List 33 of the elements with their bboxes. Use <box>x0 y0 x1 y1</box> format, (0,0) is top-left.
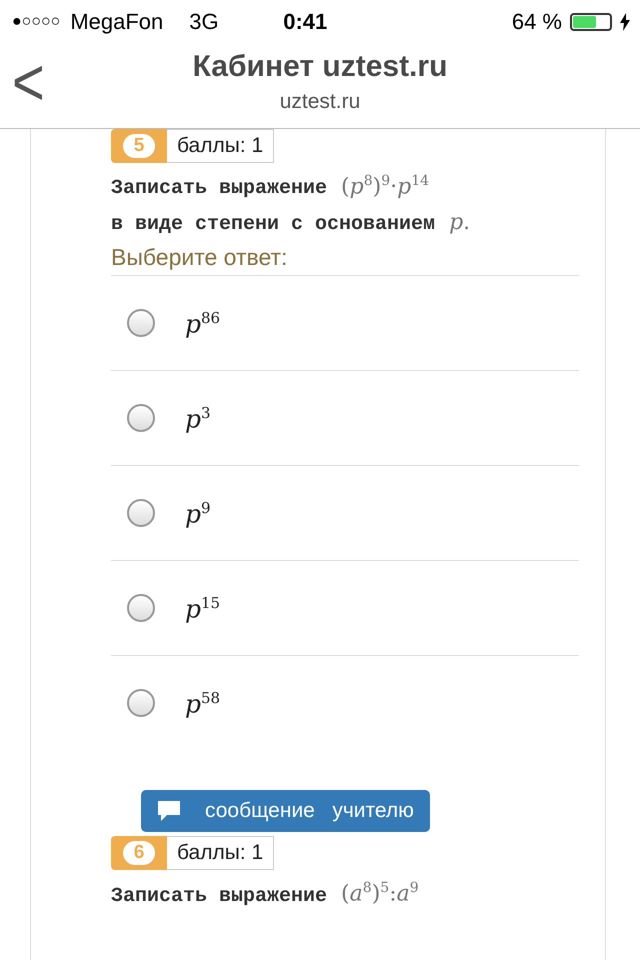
charging-icon <box>620 13 630 31</box>
points-label: баллы: 1 <box>167 836 274 870</box>
radio-button[interactable] <box>127 499 155 528</box>
answer-prompt: Выберите ответ: <box>111 244 288 272</box>
question-number-badge: 5 <box>111 129 167 163</box>
math-expression: (p$^{8}$)$^{9}$·p$^{14}$ <box>341 173 430 200</box>
back-button[interactable]: < <box>0 42 45 130</box>
answer-option[interactable]: p$^{86}$ <box>185 308 220 338</box>
question-number-badge: 6 <box>111 836 167 870</box>
answer-option[interactable]: p$^{3}$ <box>185 404 211 433</box>
page-title: Кабинет uztest.ru <box>192 50 448 84</box>
carrier-name: MegaFon <box>70 9 164 35</box>
network-type: 3G <box>189 9 219 35</box>
radio-button[interactable] <box>127 594 155 622</box>
speech-bubble-icon <box>157 800 181 822</box>
points-label: баллы: 1 <box>167 129 274 163</box>
answer-option[interactable]: p$^{15}$ <box>185 594 220 623</box>
math-expression: (a$^{8}$)$^{5}$:a$^{9}$ <box>341 880 419 907</box>
question-text: Записать выражение <box>111 177 328 200</box>
radio-button[interactable] <box>127 404 155 432</box>
question-text: в виде степени с основанием <box>111 213 436 236</box>
signal-strength: ●○○○○ <box>12 13 60 31</box>
battery-percent: 64 % <box>512 9 562 35</box>
radio-button[interactable] <box>127 309 155 338</box>
page-url: uztest.ru <box>280 90 360 114</box>
clock: 0:41 <box>282 9 328 35</box>
battery-icon <box>570 13 612 31</box>
answer-option[interactable]: p$^{58}$ <box>185 688 220 718</box>
answer-option[interactable]: p$^{9}$ <box>185 498 211 528</box>
message-teacher-button[interactable]: сообщение учителю <box>141 790 430 832</box>
radio-button[interactable] <box>127 689 155 718</box>
math-expression: p. <box>449 210 470 236</box>
question-text: Записать выражение <box>111 884 328 908</box>
